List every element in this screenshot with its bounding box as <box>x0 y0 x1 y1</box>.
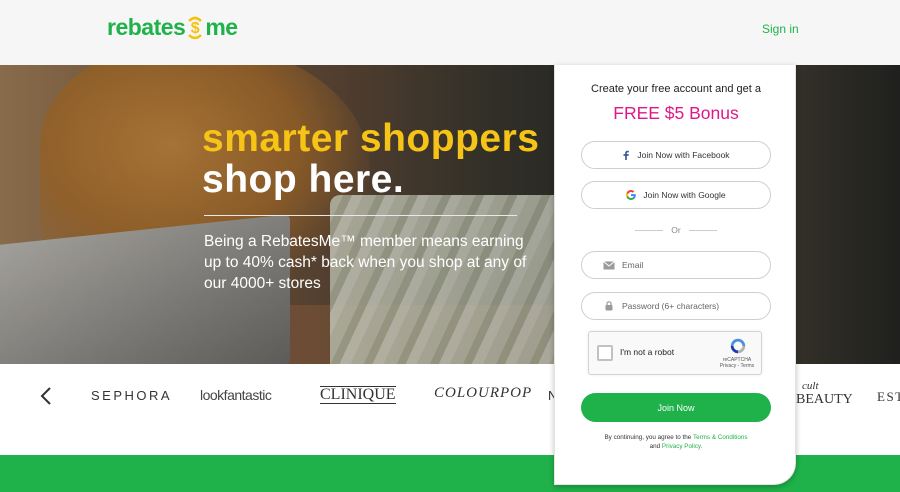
signup-bonus: FREE $5 Bonus <box>613 103 739 123</box>
hero-subtext: Being a RebatesMe™ member means earning … <box>204 233 527 292</box>
google-button-label: Join Now with Google <box>643 190 726 200</box>
or-divider: Or <box>635 225 717 235</box>
cult-beauty-main: BEAUTY <box>796 392 853 407</box>
brand-logo-cult-beauty[interactable]: cult BEAUTY <box>796 380 853 407</box>
password-input[interactable] <box>622 301 762 311</box>
join-google-button[interactable]: Join Now with Google <box>581 181 771 209</box>
logo-text-right: me <box>205 14 238 40</box>
email-input[interactable] <box>622 260 762 270</box>
recaptcha-widget: I'm not a robot reCAPTCHA Privacy - Term… <box>588 331 762 375</box>
signup-intro: Create your free account and get a <box>591 83 761 95</box>
envelope-icon <box>602 260 616 270</box>
recaptcha-links[interactable]: Privacy - Terms <box>715 363 759 369</box>
sign-in-link[interactable]: Sign in <box>762 22 799 36</box>
brand-logo-clinique[interactable]: CLINIQUE <box>320 386 396 404</box>
rebatesme-logo[interactable]: rebates $ me <box>107 14 238 41</box>
brand-logo-estee[interactable]: EST <box>877 389 900 405</box>
brand-logo-colourpop[interactable]: COLOURPOP <box>434 385 532 402</box>
svg-text:$: $ <box>191 20 200 37</box>
lock-icon <box>602 301 616 311</box>
join-facebook-button[interactable]: Join Now with Facebook <box>581 141 771 169</box>
or-label: Or <box>671 225 681 235</box>
carousel-prev-button[interactable] <box>36 384 56 408</box>
hero-headline-line1: smarter shoppers <box>202 117 540 160</box>
facebook-button-label: Join Now with Facebook <box>637 150 730 160</box>
dollar-coin-icon: $ <box>186 15 204 41</box>
hero-headline-line2: shop here. <box>202 158 405 201</box>
recaptcha-label: I'm not a robot <box>620 347 675 357</box>
legal-prefix: By continuing, you agree to the <box>604 434 692 441</box>
legal-and: and <box>649 443 661 450</box>
recaptcha-text: reCAPTCHA Privacy - Terms <box>715 357 759 369</box>
email-field[interactable] <box>581 251 771 279</box>
terms-link[interactable]: Terms & Conditions <box>693 434 748 441</box>
brand-logo-lookfantastic[interactable]: lookfantastic <box>200 387 272 403</box>
hero-divider <box>204 215 517 216</box>
chevron-left-icon <box>40 387 51 405</box>
recaptcha-icon <box>729 337 747 359</box>
facebook-icon <box>622 150 630 160</box>
join-now-button[interactable]: Join Now <box>581 393 771 422</box>
legal-notice: By continuing, you agree to the Terms & … <box>555 433 797 451</box>
signup-card: Create your free account and get a FREE … <box>554 65 796 485</box>
recaptcha-checkbox[interactable] <box>597 345 613 361</box>
google-icon <box>626 190 637 200</box>
privacy-link[interactable]: Privacy Policy. <box>662 443 702 450</box>
site-header: rebates $ me Sign in <box>0 0 900 65</box>
brand-logo-sephora[interactable]: SEPHORA <box>91 388 172 403</box>
logo-text-left: rebates <box>107 14 186 40</box>
password-field[interactable] <box>581 292 771 320</box>
